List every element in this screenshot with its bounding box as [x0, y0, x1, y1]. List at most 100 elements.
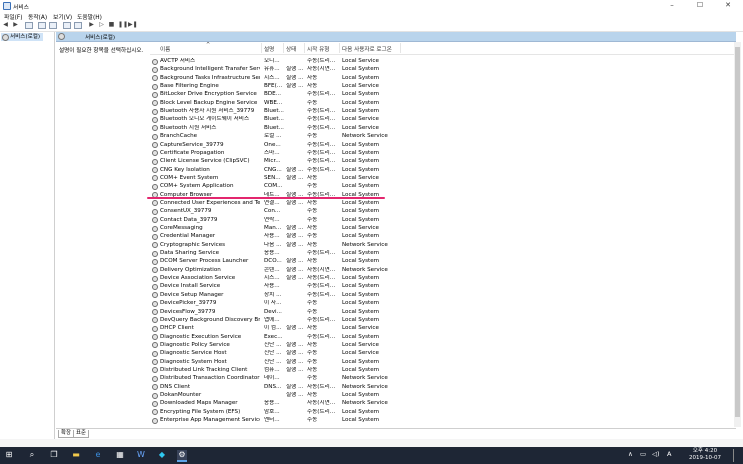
services-taskbar-icon[interactable]: ⚙	[177, 450, 187, 462]
service-row[interactable]: Delivery Optimization 콘텐... 실행 ... 자동(지연...…	[150, 266, 736, 274]
vertical-scrollbar[interactable]	[734, 42, 741, 427]
service-name: Device Association Service	[160, 275, 236, 282]
task-view-icon[interactable]: ❐	[49, 450, 59, 460]
service-row[interactable]: AVCTP 서비스 오디... 수동(트리... Local Service	[150, 57, 736, 65]
service-row[interactable]: Block Level Backup Engine Service WBE... 수…	[150, 99, 736, 107]
service-description: 응용...	[264, 400, 280, 407]
service-row[interactable]: CaptureService_39779 One... 수동(트리... Local …	[150, 141, 736, 149]
tab-standard[interactable]: 표준	[73, 430, 89, 438]
maximize-button[interactable]: ☐	[686, 0, 714, 10]
ime-indicator[interactable]: A	[667, 450, 671, 458]
service-row[interactable]: DevicePicker_39779 이 사... 수동 Local System	[150, 299, 736, 307]
column-status[interactable]: 상태	[286, 45, 296, 53]
gear-icon	[152, 267, 158, 274]
scrollbar-thumb[interactable]	[735, 47, 740, 417]
service-status: 실행 ...	[286, 174, 304, 181]
service-row[interactable]: Distributed Link Tracking Client 컴퓨... 실행 …	[150, 366, 736, 374]
service-row[interactable]: Diagnostic System Host 진단 ... 실행 ... 수동 Loca…	[150, 358, 736, 366]
service-row[interactable]: Bluetooth 사용자 지원 서비스_39779 Bluet... 수동(트리.…	[150, 107, 736, 115]
service-row[interactable]: Background Tasks Infrastructure Service 시…	[150, 74, 736, 82]
service-name: Credential Manager	[160, 233, 216, 240]
service-row[interactable]: Diagnostic Policy Service 진단 ... 실행 ... 자동 L…	[150, 341, 736, 349]
tree-node-services-local[interactable]: 서비스(로컬)	[1, 33, 44, 41]
start-service-icon[interactable]: ▶	[88, 22, 95, 28]
column-divider[interactable]	[304, 43, 305, 53]
forward-arrow-icon[interactable]: ▶	[12, 22, 19, 28]
service-row[interactable]: Client License Service (ClipSVC) Micr... 수…	[150, 157, 736, 165]
column-divider[interactable]	[400, 43, 401, 53]
search-icon[interactable]: ⌕	[27, 450, 37, 460]
service-row[interactable]: COM+ System Application COM... 수동 Local Sys…	[150, 182, 736, 190]
restart-service-icon[interactable]: ▶❚	[128, 22, 138, 28]
service-row[interactable]: BranchCache 로컬 ... 수동 Network Service	[150, 132, 736, 140]
service-row[interactable]: Device Association Service 시스... 실행 ... 자동(…	[150, 274, 736, 282]
close-button[interactable]: ✕	[714, 0, 742, 10]
bird-app-icon[interactable]: ◆	[157, 450, 167, 460]
service-logon-as: Local System	[342, 208, 380, 215]
calculator-icon[interactable]: ▦	[115, 450, 125, 460]
properties-icon[interactable]	[38, 22, 46, 29]
volume-icon[interactable]: ◁)	[652, 450, 660, 458]
service-name: Enterprise App Management Service	[160, 417, 260, 424]
service-row[interactable]: Background Intelligent Transfer Service 유…	[150, 65, 736, 73]
word-app-icon[interactable]: W	[136, 450, 146, 460]
pause-service-icon[interactable]: ❚❚	[118, 22, 128, 28]
tray-chevron-icon[interactable]: ∧	[628, 450, 633, 458]
column-startup-type[interactable]: 시작 유형	[307, 45, 329, 53]
service-row[interactable]: Contact Data_39779 연락... 수동 Local System	[150, 216, 736, 224]
service-row[interactable]: DokanMounter 실행 ... 자동 Local System	[150, 391, 736, 399]
service-row[interactable]: Credential Manager 사용... 실행 ... 수동 Local Sys…	[150, 232, 736, 240]
service-row[interactable]: Downloaded Maps Manager 응용... 자동(지연... Netw…	[150, 399, 736, 407]
service-row[interactable]: Device Setup Manager 장치 ... 수동(트리... Local …	[150, 291, 736, 299]
service-row[interactable]: Diagnostic Service Host 진단 ... 실행 ... 수동 Loc…	[150, 349, 736, 357]
gear-icon	[152, 283, 158, 290]
service-row[interactable]: DCOM Server Process Launcher DCO... 실행 ...…	[150, 257, 736, 265]
service-row[interactable]: DHCP Client 이 컴... 실행 ... 자동 Local Service	[150, 324, 736, 332]
service-row[interactable]: COM+ Event System SEN... 실행 ... 자동 Local Ser…	[150, 174, 736, 182]
minimize-button[interactable]: –	[658, 0, 686, 10]
service-row[interactable]: CNG Key Isolation CNG... 실행 ... 수동(트리... Loc…	[150, 166, 736, 174]
service-row[interactable]: Connected User Experiences and Teleme...…	[150, 199, 736, 207]
service-row[interactable]: Bluetooth 오디오 게이트웨이 서비스 Bluet... 수동(트리... L…	[150, 115, 736, 123]
windows-start-icon[interactable]: ⊞	[4, 450, 14, 460]
service-row[interactable]: Data Sharing Service 응용... 수동(트리... Local S…	[150, 249, 736, 257]
sort-ascending-icon: ^	[206, 42, 211, 48]
start-alt-icon[interactable]: ▷	[98, 22, 105, 28]
service-row[interactable]: Cryptographic Services 다음 ... 실행 ... 자동 Netw…	[150, 241, 736, 249]
service-row[interactable]: Enterprise App Management Service 엔터... 수동…	[150, 416, 736, 424]
service-row[interactable]: DNS Client DNS... 실행 ... 자동(트리... Network Se…	[150, 383, 736, 391]
column-name[interactable]: 이름	[160, 45, 170, 53]
clock[interactable]: 오후 4:20 2019-10-07	[680, 448, 730, 462]
service-logon-as: Local Service	[342, 83, 379, 90]
service-row[interactable]: Diagnostic Execution Service Exec... 수동(트리…	[150, 333, 736, 341]
back-arrow-icon[interactable]: ◀	[2, 22, 9, 28]
tab-extended[interactable]: 확장	[58, 430, 74, 438]
file-explorer-icon[interactable]: ▬	[71, 450, 81, 460]
service-row[interactable]: CoreMessaging Man... 실행 ... 자동 Local Service	[150, 224, 736, 232]
console-tree-icon[interactable]	[25, 22, 33, 29]
column-divider[interactable]	[339, 43, 340, 53]
export-list-icon[interactable]	[63, 22, 71, 29]
help-icon[interactable]	[74, 22, 82, 29]
column-divider[interactable]	[261, 43, 262, 53]
service-row[interactable]: DevQuery Background Discovery Broker 앱에..…	[150, 316, 736, 324]
column-description[interactable]: 설명	[264, 45, 274, 53]
service-description: 이 사...	[264, 300, 282, 307]
service-status: 실행 ...	[286, 350, 304, 357]
network-icon[interactable]: ▭	[640, 450, 646, 458]
service-row[interactable]: Base Filtering Engine BFE(... 실행 ... 자동 Loca…	[150, 82, 736, 90]
edge-browser-icon[interactable]: e	[93, 450, 103, 460]
stop-service-icon[interactable]: ■	[108, 22, 115, 28]
column-divider[interactable]	[283, 43, 284, 53]
show-desktop-button[interactable]	[733, 449, 734, 462]
service-row[interactable]: Device Install Service 사용... 수동(트리... Local…	[150, 282, 736, 290]
service-row[interactable]: Certificate Propagation 스마... 수동(트리... Loca…	[150, 149, 736, 157]
service-row[interactable]: Encrypting File System (EFS) 암호... 수동(트리..…	[150, 408, 736, 416]
service-row[interactable]: BitLocker Drive Encryption Service BDE...…	[150, 90, 736, 98]
service-row[interactable]: Distributed Transaction Coordinator 데이...…	[150, 374, 736, 382]
refresh-icon[interactable]	[49, 22, 57, 29]
service-row[interactable]: Bluetooth 지원 서비스 Bluet... 수동(트리... Local Se…	[150, 124, 736, 132]
column-logon-as[interactable]: 다음 사용자로 로그온	[342, 45, 392, 53]
service-row[interactable]: DevicesFlow_39779 Devi... 수동 Local System	[150, 308, 736, 316]
service-row[interactable]: ConsentUX_39779 Con... 수동 Local System	[150, 207, 736, 215]
